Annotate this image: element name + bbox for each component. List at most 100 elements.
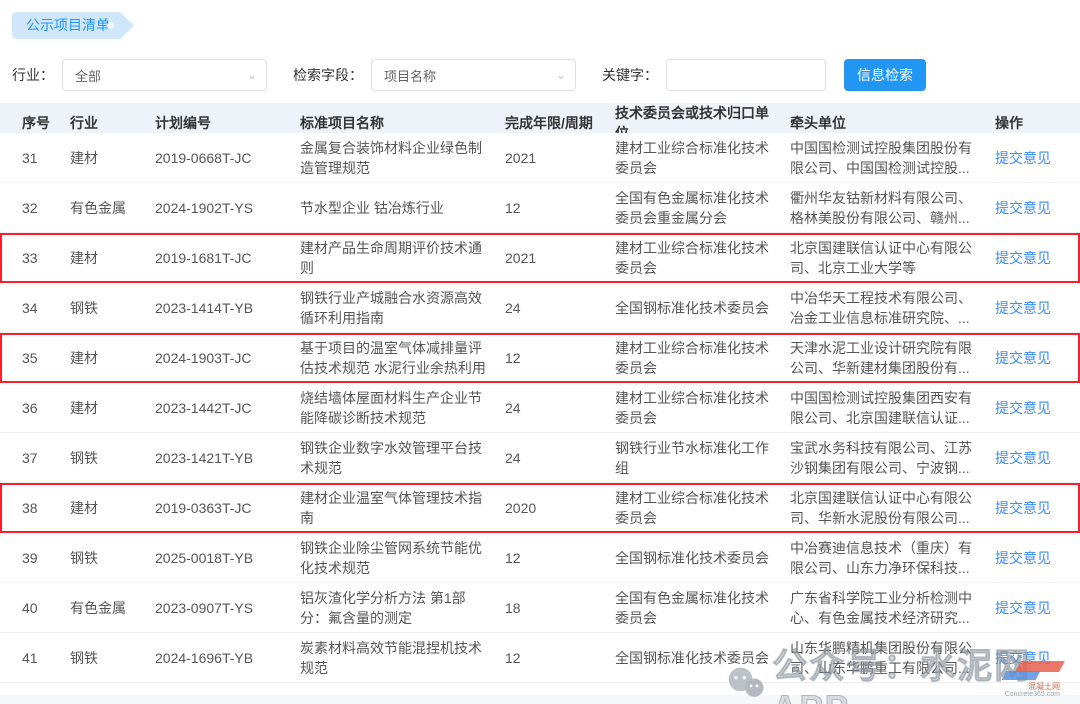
industry-select-value: 全部 xyxy=(75,66,101,85)
submit-feedback-link[interactable]: 提交意见 xyxy=(995,400,1051,416)
tab-label: 公示项目清单 xyxy=(26,17,110,33)
submit-feedback-link[interactable]: 提交意见 xyxy=(995,300,1051,316)
seq-cell: 32 xyxy=(22,198,70,218)
plan-no-cell: 2023-1414T-YB xyxy=(155,298,300,318)
keyword-label: 关键字： xyxy=(602,65,658,85)
tab-dot-icon xyxy=(107,22,114,29)
chevron-down-icon: ⌄ xyxy=(556,68,566,82)
lead-unit-cell: 中冶赛迪信息技术（重庆）有限公司、山东力净环保科技... xyxy=(790,538,995,578)
plan-no-cell: 2019-0363T-JC xyxy=(155,498,300,518)
next-row-partial xyxy=(0,695,1080,704)
search-field-select[interactable]: 项目名称 ⌄ xyxy=(371,59,576,91)
table-row: 39 钢铁 2025-0018T-YB 钢铁企业除尘管网系统节能优化技术规范 1… xyxy=(0,533,1080,583)
industry-cell: 建材 xyxy=(70,398,155,418)
col-header-plan-no: 计划编号 xyxy=(155,113,300,133)
logo-blue-shape-icon xyxy=(1002,671,1041,680)
col-header-name: 标准项目名称 xyxy=(300,113,505,133)
period-cell: 12 xyxy=(505,348,615,368)
plan-no-cell: 2023-0907T-YS xyxy=(155,598,300,618)
project-name-cell: 建材产品生命周期评价技术通则 xyxy=(300,238,505,278)
tab-public-project-list[interactable]: 公示项目清单 xyxy=(12,12,134,39)
seq-cell: 33 xyxy=(22,248,70,268)
committee-cell: 建材工业综合标准化技术委员会 xyxy=(615,388,790,428)
keyword-input[interactable] xyxy=(666,59,826,91)
period-cell: 2021 xyxy=(505,148,615,168)
plan-no-cell: 2023-1442T-JC xyxy=(155,398,300,418)
site-logo: 混凝土网 Concrete365.com xyxy=(990,655,1068,701)
industry-cell: 建材 xyxy=(70,348,155,368)
seq-cell: 34 xyxy=(22,298,70,318)
industry-cell: 建材 xyxy=(70,148,155,168)
plan-no-cell: 2023-1421T-YB xyxy=(155,448,300,468)
col-header-period: 完成年限/周期 xyxy=(505,113,615,133)
committee-cell: 钢铁行业节水标准化工作组 xyxy=(615,438,790,478)
committee-cell: 全国有色金属标准化技术委员会重金属分会 xyxy=(615,188,790,228)
period-cell: 12 xyxy=(505,648,615,668)
lead-unit-cell: 中国国检测试控股集团西安有限公司、北京国建联信认证... xyxy=(790,388,995,428)
submit-feedback-link[interactable]: 提交意见 xyxy=(995,200,1051,216)
lead-unit-cell: 中冶华天工程技术有限公司、冶金工业信息标准研究院、... xyxy=(790,288,995,328)
project-name-cell: 钢铁企业数字水效管理平台技术规范 xyxy=(300,438,505,478)
submit-feedback-link[interactable]: 提交意见 xyxy=(995,600,1051,616)
search-field-label: 检索字段： xyxy=(293,65,363,85)
seq-cell: 36 xyxy=(22,398,70,418)
lead-unit-cell: 北京国建联信认证中心有限公司、北京工业大学等 xyxy=(790,238,995,278)
table-row: 34 钢铁 2023-1414T-YB 钢铁行业产城融合水资源高效循环利用指南 … xyxy=(0,283,1080,333)
submit-feedback-link[interactable]: 提交意见 xyxy=(995,350,1051,366)
industry-cell: 钢铁 xyxy=(70,298,155,318)
industry-cell: 有色金属 xyxy=(70,598,155,618)
project-name-cell: 节水型企业 钴冶炼行业 xyxy=(300,198,505,218)
lead-unit-cell: 北京国建联信认证中心有限公司、华新水泥股份有限公司... xyxy=(790,488,995,528)
plan-no-cell: 2024-1696T-YB xyxy=(155,648,300,668)
industry-label: 行业： xyxy=(12,65,54,85)
plan-no-cell: 2019-0668T-JC xyxy=(155,148,300,168)
seq-cell: 37 xyxy=(22,448,70,468)
committee-cell: 建材工业综合标准化技术委员会 xyxy=(615,488,790,528)
info-search-button[interactable]: 信息检索 xyxy=(844,59,926,91)
submit-feedback-link[interactable]: 提交意见 xyxy=(995,450,1051,466)
table-row: 41 钢铁 2024-1696T-YB 炭素材料高效节能混捏机技术规范 12 全… xyxy=(0,633,1080,683)
table-row: 40 有色金属 2023-0907T-YS 铝灰渣化学分析方法 第1部分：氟含量… xyxy=(0,583,1080,633)
committee-cell: 全国有色金属标准化技术委员会 xyxy=(615,588,790,628)
seq-cell: 41 xyxy=(22,648,70,668)
col-header-lead: 牵头单位 xyxy=(790,113,995,133)
submit-feedback-link[interactable]: 提交意见 xyxy=(995,150,1051,166)
submit-feedback-link[interactable]: 提交意见 xyxy=(995,500,1051,516)
submit-feedback-link[interactable]: 提交意见 xyxy=(995,550,1051,566)
committee-cell: 建材工业综合标准化技术委员会 xyxy=(615,338,790,378)
committee-cell: 全国钢标准化技术委员会 xyxy=(615,548,790,568)
period-cell: 24 xyxy=(505,398,615,418)
project-name-cell: 金属复合装饰材料企业绿色制造管理规范 xyxy=(300,138,505,178)
project-name-cell: 建材企业温室气体管理技术指南 xyxy=(300,488,505,528)
seq-cell: 40 xyxy=(22,598,70,618)
industry-cell: 建材 xyxy=(70,248,155,268)
project-name-cell: 烧结墙体屋面材料生产企业节能降碳诊断技术规范 xyxy=(300,388,505,428)
plan-no-cell: 2025-0018T-YB xyxy=(155,548,300,568)
period-cell: 12 xyxy=(505,548,615,568)
committee-cell: 全国钢标准化技术委员会 xyxy=(615,648,790,668)
logo-en-text: Concrete365.com xyxy=(1005,691,1060,698)
col-header-seq: 序号 xyxy=(22,113,70,133)
filter-bar: 行业： 全部 ⌄ 检索字段： 项目名称 ⌄ 关键字： 信息检索 xyxy=(12,58,1068,92)
table-row: 31 建材 2019-0668T-JC 金属复合装饰材料企业绿色制造管理规范 2… xyxy=(0,133,1080,183)
plan-no-cell: 2024-1902T-YS xyxy=(155,198,300,218)
seq-cell: 35 xyxy=(22,348,70,368)
period-cell: 2020 xyxy=(505,498,615,518)
seq-cell: 38 xyxy=(22,498,70,518)
col-header-industry: 行业 xyxy=(70,113,155,133)
industry-cell: 有色金属 xyxy=(70,198,155,218)
submit-feedback-link[interactable]: 提交意见 xyxy=(995,250,1051,266)
industry-cell: 钢铁 xyxy=(70,548,155,568)
project-list-page: 公示项目清单 行业： 全部 ⌄ 检索字段： 项目名称 ⌄ 关键字： 信息检索 序… xyxy=(0,0,1080,704)
industry-cell: 钢铁 xyxy=(70,448,155,468)
search-field-select-value: 项目名称 xyxy=(384,66,436,85)
committee-cell: 建材工业综合标准化技术委员会 xyxy=(615,138,790,178)
industry-select[interactable]: 全部 ⌄ xyxy=(62,59,267,91)
seq-cell: 31 xyxy=(22,148,70,168)
table-row: 36 建材 2023-1442T-JC 烧结墙体屋面材料生产企业节能降碳诊断技术… xyxy=(0,383,1080,433)
lead-unit-cell: 衢州华友钴新材料有限公司、格林美股份有限公司、赣州... xyxy=(790,188,995,228)
committee-cell: 建材工业综合标准化技术委员会 xyxy=(615,238,790,278)
period-cell: 2021 xyxy=(505,248,615,268)
industry-cell: 钢铁 xyxy=(70,648,155,668)
project-name-cell: 钢铁行业产城融合水资源高效循环利用指南 xyxy=(300,288,505,328)
